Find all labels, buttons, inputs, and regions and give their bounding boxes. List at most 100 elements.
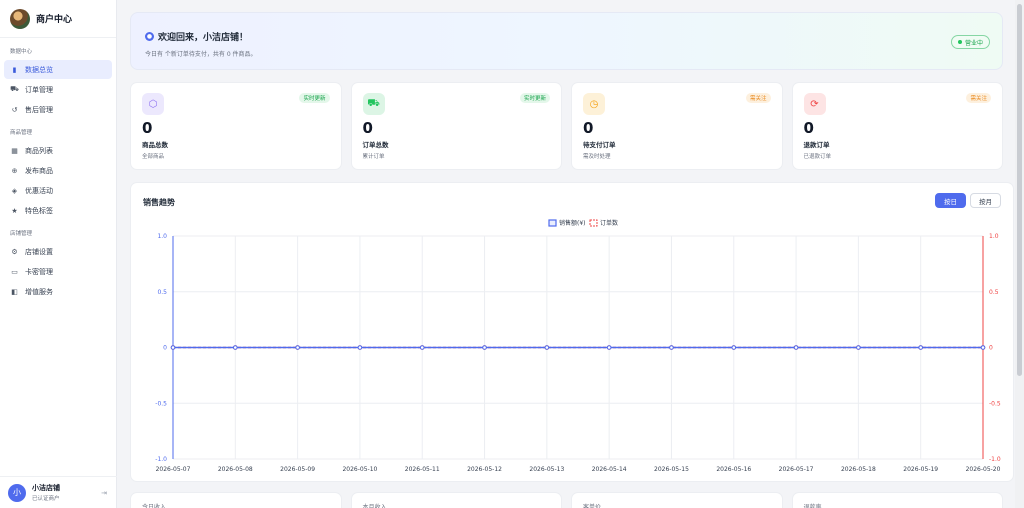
- sales-point: [544, 345, 550, 350]
- scrollbar-thumb[interactable]: [1017, 4, 1022, 376]
- gift-icon: ◧: [11, 287, 18, 296]
- avatar: 小: [8, 483, 26, 502]
- sales-point: [170, 345, 176, 350]
- card-icon: ▭: [11, 267, 18, 276]
- period-toggle: 按日 按月: [935, 193, 1001, 208]
- tag-icon: ◈: [11, 186, 18, 195]
- user-circle-icon: ●: [145, 32, 154, 41]
- sidebar-item-label: 卡密管理: [25, 267, 53, 276]
- y-left-tick-label: -1.0: [155, 456, 167, 463]
- y-right-tick-label: 0.5: [989, 289, 999, 296]
- nav-section-title: 数据中心: [10, 49, 33, 55]
- y-left-tick-label: 0.5: [157, 289, 167, 296]
- chart-title: 销售趋势: [143, 198, 175, 207]
- sales-point: [918, 345, 923, 350]
- y-right-tick-label: 0: [989, 345, 993, 352]
- clock-icon: ◷: [583, 93, 605, 115]
- stat-subtitle: 全部商品: [142, 154, 165, 160]
- by-month-button[interactable]: 按月: [970, 193, 1001, 208]
- stat-subtitle: 已退款订单: [803, 154, 832, 160]
- bottom-stat-card: 本月收入: [350, 492, 562, 508]
- y-left-tick-label: 1.0: [157, 233, 167, 240]
- welcome-banner: ● 欢迎回来，小洁店铺！ 今日有 个新订单待支付，共有 0 件商品。 营业中: [130, 12, 1003, 70]
- legend-label-sales: 销售额(¥): [559, 219, 586, 227]
- sales-point: [793, 345, 799, 350]
- sales-point: [669, 345, 674, 350]
- sidebar-item[interactable]: ◈ 优惠活动: [4, 181, 112, 200]
- nav-section-title: 商品管理: [10, 130, 33, 136]
- stat-card[interactable]: ◷ 需关注 0 待支付订单 需及时处理: [571, 82, 783, 170]
- stat-card[interactable]: ⟳ 需关注 0 退款订单 已退款订单: [791, 82, 1003, 170]
- sales-point: [419, 345, 425, 350]
- sidebar-item[interactable]: ▭ 卡密管理: [4, 262, 112, 281]
- bottom-stat-label: 客单价: [583, 504, 602, 508]
- legend-label-orders: 订单数: [600, 219, 618, 227]
- stat-tag: 需关注: [966, 93, 991, 103]
- cart-icon: ⛟: [10, 85, 19, 93]
- x-tick-label: 2026-05-07: [156, 466, 191, 473]
- undo-icon: ↺: [11, 105, 18, 114]
- stat-card[interactable]: ⛟ 实时更新 0 订单总数 累计订单: [350, 82, 562, 170]
- sales-point: [482, 345, 487, 350]
- status-badge: 营业中: [950, 35, 990, 49]
- stats-row: ⬡ 实时更新 0 商品总数 全部商品 ⛟ 实时更新 0 订单总数 累计订单 ◷ …: [130, 82, 1003, 170]
- status-text: 营业中: [964, 39, 983, 47]
- sales-trend-chart: 1.0 0.5 0 -0.5 -1.0 1.0 0.5 0 -0.5 -1.0 2026-05-07…: [155, 219, 1001, 473]
- stat-subtitle: 需及时处理: [583, 154, 611, 160]
- by-day-button[interactable]: 按日: [935, 193, 966, 208]
- x-tick-label: 2026-05-10: [342, 466, 377, 473]
- sales-point: [295, 345, 300, 350]
- sidebar-item-label: 特色标签: [25, 206, 53, 215]
- refresh-icon: ⟳: [803, 93, 826, 115]
- x-tick-label: 2026-05-13: [529, 466, 564, 473]
- x-tick-label: 2026-05-18: [841, 466, 876, 473]
- sidebar-item-label: 发布商品: [25, 166, 53, 175]
- sidebar: 商户中心 数据中心 ▮ 数据总览 ⛟ 订单管理 ↺ 售后管理商品管理 ▦ 商品列表 ⊕ 发布商品 ◈ 优…: [0, 0, 117, 508]
- sidebar-item[interactable]: ⛟ 订单管理: [4, 80, 112, 99]
- y-left-tick-label: -0.5: [155, 400, 167, 407]
- sidebar-item-label: 店铺设置: [25, 247, 53, 256]
- stat-label: 订单总数: [362, 141, 389, 149]
- sidebar-item-label: 订单管理: [25, 85, 53, 94]
- stat-tag: 实时更新: [299, 93, 330, 103]
- sidebar-item[interactable]: ⊕ 发布商品: [4, 161, 112, 180]
- y-right-tick-label: 1.0: [989, 233, 999, 240]
- x-tick-label: 2026-05-20: [966, 466, 1001, 473]
- x-tick-label: 2026-05-11: [405, 466, 440, 473]
- stat-label: 退款订单: [803, 141, 830, 149]
- user-box[interactable]: 小 小洁店铺 已认证商户 ⇥: [0, 476, 117, 508]
- sidebar-item-label: 增值服务: [25, 287, 53, 296]
- x-tick-label: 2026-05-14: [592, 466, 627, 473]
- bottom-stat-label: 退款率: [803, 504, 822, 508]
- y-left-tick-label: 0: [163, 345, 167, 352]
- bar-chart-icon: ▮: [12, 65, 17, 74]
- stat-value: 0: [803, 119, 814, 137]
- welcome-title: ● 欢迎回来，小洁店铺！: [145, 30, 988, 43]
- stat-tag: 需关注: [745, 93, 771, 103]
- stat-tag: 实时更新: [519, 93, 550, 103]
- sidebar-item-label: 数据总览: [25, 65, 53, 74]
- grid-icon: ▦: [11, 146, 18, 155]
- sales-trend-card: 销售趋势 按日 按月 1.0 0.5 0 -0.5 -1.0 1.0 0.5 0 -0.5 -1.0…: [130, 182, 1014, 482]
- sidebar-item[interactable]: ▦ 商品列表: [4, 141, 112, 160]
- scrollbar-track[interactable]: [1015, 0, 1024, 508]
- sidebar-item[interactable]: ★ 特色标签: [4, 201, 112, 220]
- sales-point: [233, 345, 238, 350]
- sales-point: [606, 345, 612, 350]
- logout-icon[interactable]: ⇥: [101, 489, 107, 497]
- stat-card[interactable]: ⬡ 实时更新 0 商品总数 全部商品: [130, 82, 342, 170]
- sidebar-item[interactable]: ◧ 增值服务: [4, 282, 112, 301]
- user-name: 小洁店铺: [32, 484, 60, 492]
- sidebar-item[interactable]: ⚙ 店铺设置: [4, 242, 112, 261]
- y-right-tick-label: -1.0: [989, 456, 1001, 463]
- legend-swatch-orders: [589, 219, 598, 227]
- sidebar-item-label: 售后管理: [25, 105, 53, 114]
- x-tick-label: 2026-05-16: [716, 466, 751, 473]
- stat-label: 待支付订单: [583, 141, 616, 149]
- x-tick-label: 2026-05-19: [903, 466, 938, 473]
- cart-icon: ⛟: [362, 93, 385, 115]
- sidebar-item[interactable]: ▮ 数据总览: [4, 60, 112, 79]
- sidebar-nav: 数据中心 ▮ 数据总览 ⛟ 订单管理 ↺ 售后管理商品管理 ▦ 商品列表 ⊕ 发布商品 ◈ 优惠活动 ★ 特…: [0, 48, 116, 301]
- sidebar-item[interactable]: ↺ 售后管理: [4, 100, 112, 119]
- brand[interactable]: 商户中心: [0, 0, 116, 38]
